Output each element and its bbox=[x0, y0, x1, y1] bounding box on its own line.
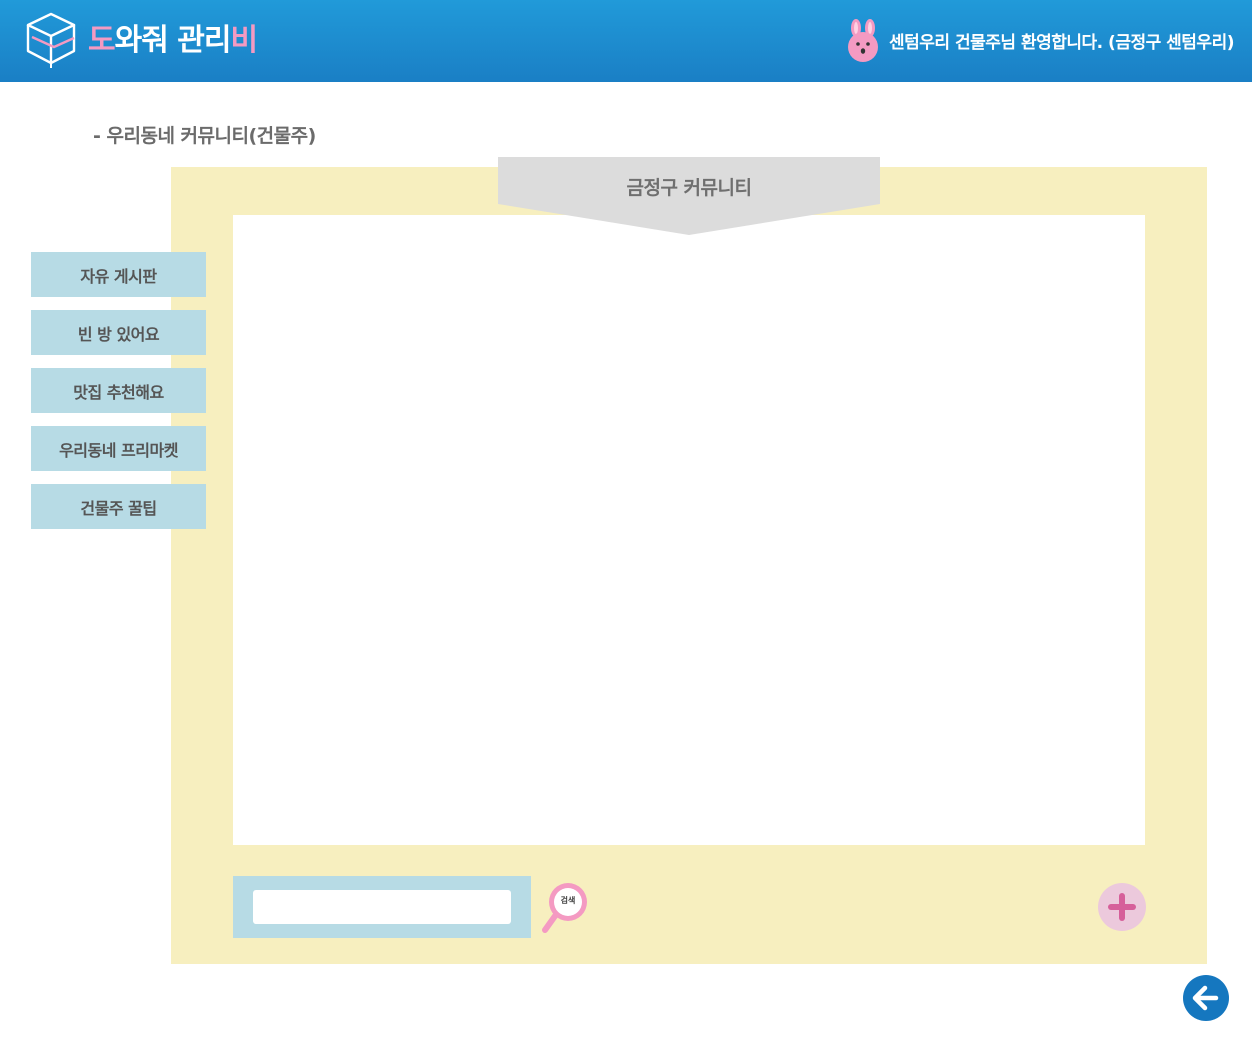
logo-part-2: 와줘 관리 bbox=[114, 23, 232, 58]
search-button[interactable]: 검색 bbox=[541, 879, 593, 935]
search-button-label: 검색 bbox=[560, 896, 576, 905]
back-button[interactable] bbox=[1183, 975, 1229, 1021]
add-post-button[interactable] bbox=[1098, 883, 1146, 931]
banner-title: 금정구 커뮤니티 bbox=[626, 177, 752, 199]
sidebar-menu: 자유 게시판 빈 방 있어요 맛집 추천해요 우리동네 프리마켓 건물주 꿀팁 bbox=[31, 252, 206, 542]
sidebar-item-vacant-room[interactable]: 빈 방 있어요 bbox=[31, 310, 206, 355]
top-header: 도와줘 관리비 센텀우리 건물주님 환영합니다. (금정구 센텀우리) bbox=[0, 0, 1252, 82]
sidebar-item-flea-market[interactable]: 우리동네 프리마켓 bbox=[31, 426, 206, 471]
search-box bbox=[233, 876, 531, 938]
logo-part-1: 도 bbox=[88, 23, 116, 58]
magnifier-icon bbox=[542, 883, 587, 933]
post-board[interactable] bbox=[233, 215, 1145, 845]
sidebar-item-free-board[interactable]: 자유 게시판 bbox=[31, 252, 206, 297]
logo-part-3: 비 bbox=[230, 23, 258, 58]
sidebar-item-owner-tips[interactable]: 건물주 꿀팁 bbox=[31, 484, 206, 529]
app-logo-text[interactable]: 도와줘 관리비 bbox=[88, 20, 258, 62]
welcome-area: 센텀우리 건물주님 환영합니다. (금정구 센텀우리) bbox=[845, 18, 1234, 62]
plus-icon bbox=[1108, 893, 1136, 921]
logo-box-icon[interactable] bbox=[24, 11, 78, 69]
bunny-icon bbox=[845, 18, 881, 62]
page-title: - 우리동네 커뮤니티(건물주) bbox=[93, 125, 316, 147]
community-banner: 금정구 커뮤니티 bbox=[498, 157, 880, 235]
arrow-left-icon bbox=[1192, 985, 1219, 1011]
search-input[interactable] bbox=[253, 890, 511, 924]
sidebar-item-restaurant[interactable]: 맛집 추천해요 bbox=[31, 368, 206, 413]
welcome-message: 센텀우리 건물주님 환영합니다. (금정구 센텀우리) bbox=[889, 32, 1234, 53]
